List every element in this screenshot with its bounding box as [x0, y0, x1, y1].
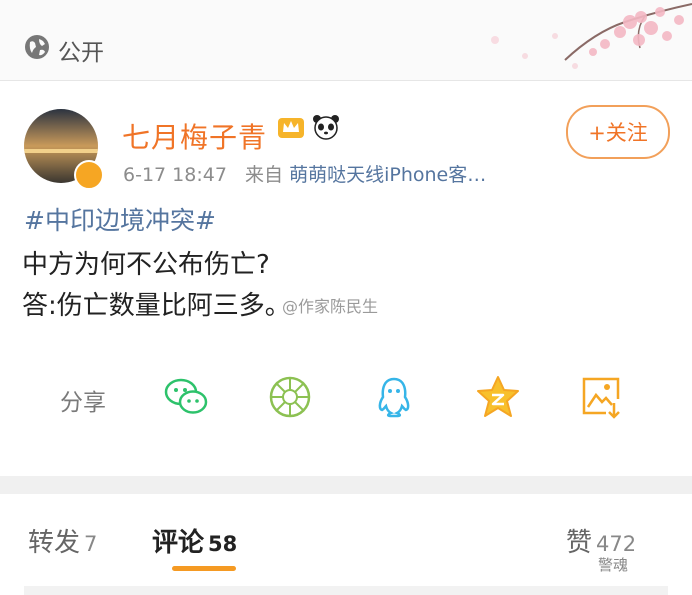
likes-count: 472 [596, 532, 637, 556]
comments-label: 评论 [152, 528, 205, 558]
moments-icon[interactable] [266, 373, 314, 421]
repost-label: 转发 [28, 528, 81, 558]
username[interactable]: 七月梅子青 [122, 116, 267, 156]
watermark: @作家陈民生 [282, 297, 379, 316]
post-text-line: 中方为何不公布伤亡? [22, 250, 270, 280]
likes-label: 赞 [566, 528, 593, 558]
source-prefix: 来自 [245, 164, 284, 186]
post-time: 6-17 18:47 [123, 164, 227, 186]
tab-comments[interactable]: 评论 58 [152, 522, 237, 559]
post-text-line: 答:伤亡数量比阿三多。 [22, 291, 291, 321]
qq-icon[interactable] [370, 373, 418, 421]
globe-icon [25, 35, 49, 59]
crown-icon [278, 118, 304, 138]
tab-repost[interactable]: 转发 7 [28, 522, 97, 559]
cherry-blossom-decoration [491, 3, 692, 69]
active-tab-indicator [172, 566, 236, 571]
share-label: 分享 [60, 390, 106, 416]
hashtag-link[interactable]: #中印边境冲突# [24, 201, 216, 237]
comments-count: 58 [208, 532, 238, 556]
follow-button[interactable]: +关注 [566, 105, 670, 159]
interaction-tabs: 转发 7 评论 58 赞 472 警魂 [0, 494, 692, 595]
wechat-icon[interactable] [162, 373, 210, 421]
qzone-icon[interactable] [474, 373, 522, 421]
comment-list-edge [24, 586, 668, 595]
weibo-post: 七月梅子青 6-17 18:47 来自 萌萌哒天线iPhone客… +关注 #中… [0, 81, 692, 476]
save-image-icon[interactable] [578, 373, 626, 421]
share-row: 分享 [0, 373, 692, 423]
verified-badge-icon [74, 160, 104, 190]
visibility-label[interactable]: 公开 [58, 33, 104, 67]
repost-count: 7 [84, 532, 98, 556]
top-bar: 公开 [0, 0, 692, 81]
post-meta: 6-17 18:47 来自 萌萌哒天线iPhone客… [123, 160, 486, 187]
panda-icon [313, 115, 340, 140]
footer-watermark: 警魂 [598, 556, 629, 574]
post-source[interactable]: 萌萌哒天线iPhone客… [289, 164, 486, 186]
section-divider [0, 476, 692, 494]
